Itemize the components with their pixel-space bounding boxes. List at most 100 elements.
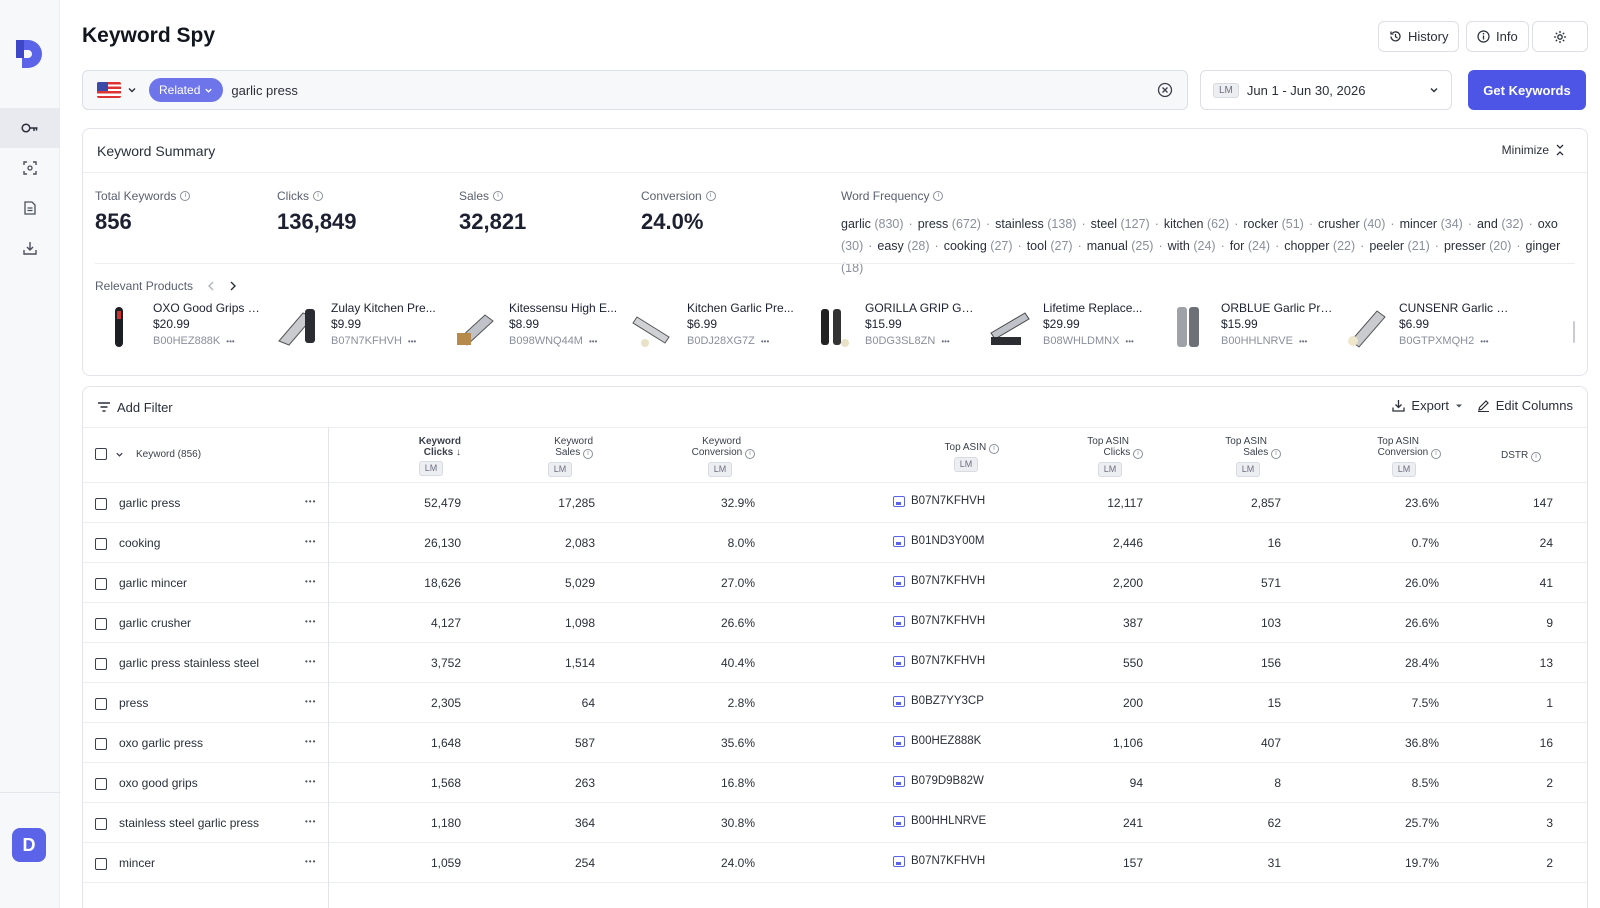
info-icon[interactable]: i [583,449,593,459]
minimize-button[interactable]: Minimize [1502,143,1565,157]
top-asin-cell[interactable]: B07N7KFHVH [893,615,985,627]
export-button[interactable]: Export [1392,398,1463,413]
keyword-text[interactable]: garlic crusher [119,616,191,630]
settings-button[interactable] [1532,21,1588,52]
row-more-options-icon[interactable]: ••• [305,857,316,866]
add-filter-button[interactable]: Add Filter [97,400,173,415]
row-more-options-icon[interactable]: ••• [305,697,316,706]
keyword-text[interactable]: garlic press stainless steel [119,656,259,670]
product-asin[interactable]: B00HHLNRVE [1221,335,1293,347]
row-more-options-icon[interactable]: ••• [305,817,316,826]
product-name[interactable]: Kitchen Garlic Pre... [687,301,799,315]
product-asin[interactable]: B07N7KFHVH [331,335,402,347]
row-checkbox[interactable] [95,697,107,710]
select-all-checkbox[interactable] [95,448,107,460]
product-name[interactable]: OXO Good Grips H... [153,301,265,315]
product-thumbnail-image[interactable] [985,303,1035,351]
word-frequency-item[interactable]: press (672) [918,217,981,231]
product-thumbnail-image[interactable] [1163,303,1213,351]
keyword-sales-header[interactable]: Keyword Sales i LM [519,436,593,477]
row-more-options-icon[interactable]: ••• [305,657,316,666]
info-icon[interactable]: i [313,191,323,201]
more-options-icon[interactable]: ••• [941,337,949,346]
product-asin[interactable]: B098WNQ44M [509,335,583,347]
info-icon[interactable]: i [180,191,191,201]
row-checkbox[interactable] [95,857,107,870]
keyword-text[interactable]: oxo garlic press [119,736,203,750]
keyword-text[interactable]: stainless steel garlic press [119,816,259,830]
more-options-icon[interactable]: ••• [226,337,234,346]
word-frequency-item[interactable]: peeler (21) [1369,239,1429,253]
table-row[interactable]: garlic mincer ••• 18,626 5,029 27.0% 2,200 571… [83,563,1587,603]
keyword-text[interactable]: cooking [119,536,160,550]
table-row[interactable]: press ••• 2,305 64 2.8% 200 15 7.5% 1 B0BZ7YY3CP [83,683,1587,723]
top-asin-cell[interactable]: B07N7KFHVH [893,575,985,587]
keyword-clicks-header[interactable]: Keyword Clicks ↓ LM [383,436,461,476]
row-more-options-icon[interactable]: ••• [305,497,316,506]
word-frequency-item[interactable]: with (24) [1168,239,1216,253]
table-row[interactable]: mincer ••• 1,059 254 24.0% 157 31 19.7% 2 B07N7KF… [83,843,1587,883]
word-frequency-item[interactable]: chopper (22) [1284,239,1355,253]
word-frequency-item[interactable]: easy (28) [877,239,929,253]
info-icon[interactable]: i [1531,452,1541,462]
top-asin-conversion-header[interactable]: Top ASIN Conversion i LM [1353,436,1441,477]
word-frequency-item[interactable]: and (32) [1477,217,1524,231]
word-frequency-item[interactable]: mincer (34) [1400,217,1463,231]
sidebar-item-documents[interactable] [0,188,60,228]
related-mode-dropdown[interactable]: Related [149,78,224,102]
table-row[interactable]: cooking ••• 26,130 2,083 8.0% 2,446 16 0.7% 24 B0… [83,523,1587,563]
product-card[interactable]: Lifetime Replace... $29.99 B08WHLDMNX ••• [985,301,1155,353]
product-thumbnail-image[interactable] [807,303,857,351]
top-asin-cell[interactable]: B07N7KFHVH [893,855,985,867]
sidebar-item-keywords[interactable] [0,108,60,148]
more-options-icon[interactable]: ••• [1480,337,1488,346]
top-asin-header[interactable]: Top ASIN i LM [929,442,999,472]
carousel-scrollbar[interactable] [1573,321,1575,343]
info-icon[interactable]: i [745,449,755,459]
chevron-down-icon[interactable] [127,85,137,95]
edit-columns-button[interactable]: Edit Columns [1477,398,1573,413]
word-frequency-item[interactable]: rocker (51) [1243,217,1303,231]
row-more-options-icon[interactable]: ••• [305,777,316,786]
info-icon[interactable]: i [989,444,999,454]
product-card[interactable]: Kitessensu High E... $8.99 B098WNQ44M ••• [451,301,621,353]
clear-icon[interactable] [1157,82,1173,98]
word-frequency-item[interactable]: manual (25) [1087,239,1154,253]
word-frequency-item[interactable]: crusher (40) [1318,217,1385,231]
row-checkbox[interactable] [95,617,107,630]
product-thumbnail-image[interactable] [629,303,679,351]
row-checkbox[interactable] [95,817,107,830]
top-asin-sales-header[interactable]: Top ASIN Sales i LM [1209,436,1281,477]
more-options-icon[interactable]: ••• [761,337,769,346]
more-options-icon[interactable]: ••• [1299,337,1307,346]
row-checkbox[interactable] [95,737,107,750]
sort-down-icon[interactable]: ↓ [456,447,461,458]
product-asin[interactable]: B0DG3SL8ZN [865,335,935,347]
chevron-left-icon[interactable] [207,281,215,291]
row-more-options-icon[interactable]: ••• [305,537,316,546]
keyword-text[interactable]: mincer [119,856,155,870]
chevron-right-icon[interactable] [229,281,237,291]
info-icon[interactable]: i [493,191,504,201]
top-asin-cell[interactable]: B00HEZ888K [893,735,981,747]
word-frequency-item[interactable]: garlic (830) [841,217,904,231]
more-options-icon[interactable]: ••• [1125,337,1133,346]
top-asin-cell[interactable]: B0BZ7YY3CP [893,695,984,707]
date-range-select[interactable]: LM Jun 1 - Jun 30, 2026 [1200,70,1452,110]
product-asin[interactable]: B00HEZ888K [153,335,220,347]
table-row[interactable]: stainless steel garlic press ••• 1,180 364 3… [83,803,1587,843]
word-frequency-item[interactable]: for (24) [1230,239,1270,253]
user-avatar[interactable]: D [12,828,46,862]
word-frequency-item[interactable]: kitchen (62) [1164,217,1229,231]
keyword-column-header[interactable]: Keyword (856) [95,448,201,460]
product-thumbnail-image[interactable] [95,303,145,351]
keyword-text[interactable]: oxo good grips [119,776,198,790]
chevron-down-icon[interactable] [115,450,124,459]
word-frequency-item[interactable]: stainless (138) [995,217,1076,231]
info-button[interactable]: Info [1466,21,1529,52]
product-asin[interactable]: B08WHLDMNX [1043,335,1119,347]
word-frequency-item[interactable]: steel (127) [1091,217,1150,231]
keyword-conversion-header[interactable]: Keyword Conversion i LM [669,436,755,477]
top-asin-cell[interactable]: B079D9B82W [893,775,984,787]
product-name[interactable]: Kitessensu High E... [509,301,621,315]
